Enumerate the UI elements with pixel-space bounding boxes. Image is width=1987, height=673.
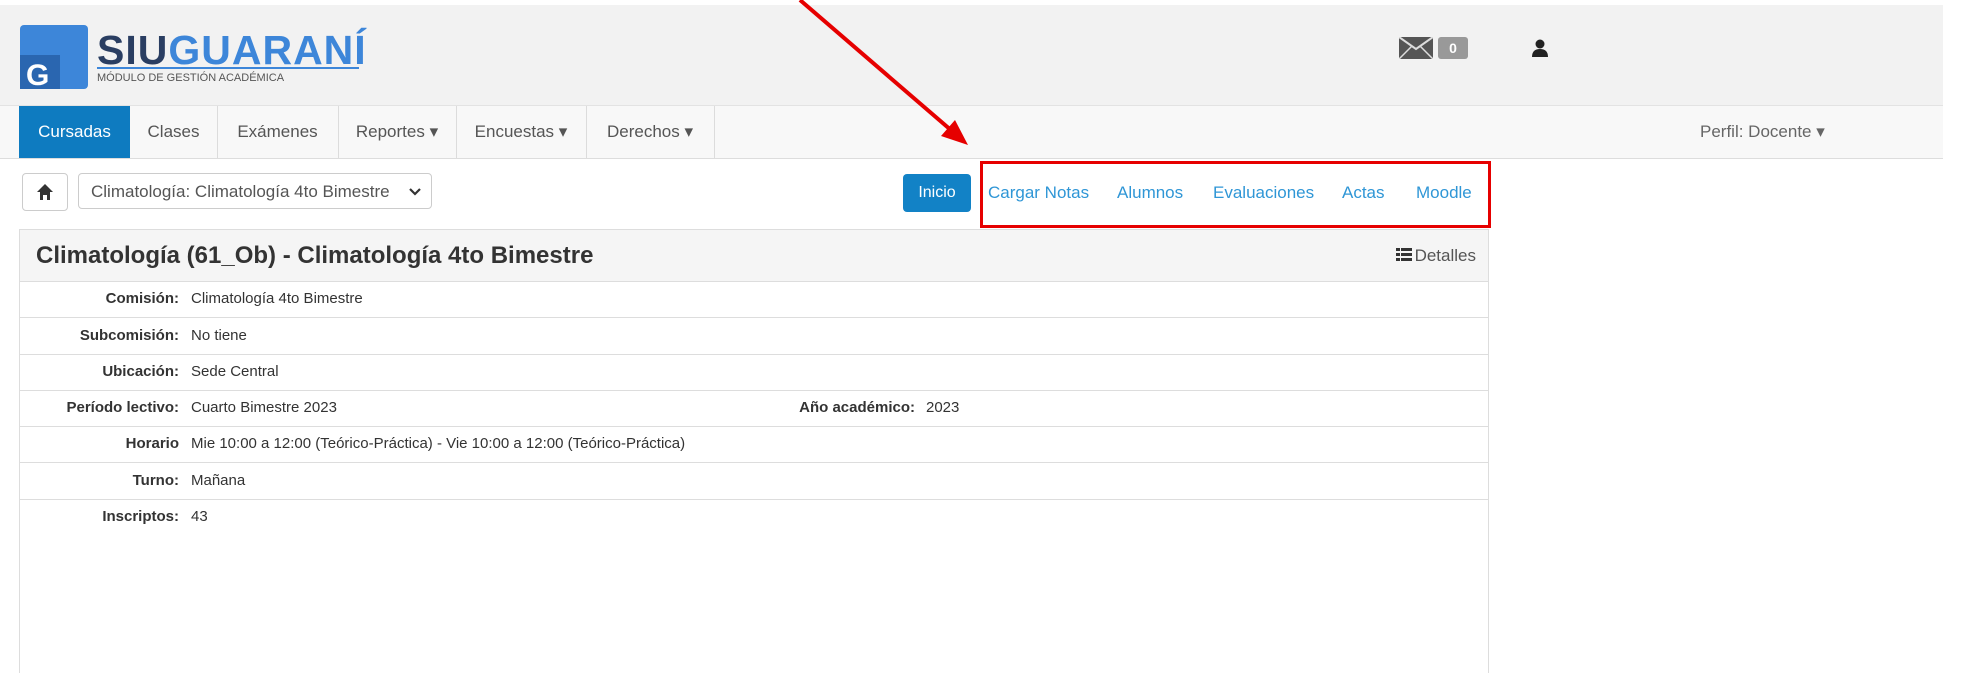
row-label: Ubicación:: [102, 363, 179, 380]
nav-dropdown-encuestas[interactable]: Encuestas ▾: [456, 106, 587, 158]
nav-dropdown-reportes[interactable]: Reportes ▾: [338, 106, 457, 158]
info-row-subcomision: Subcomisión: No tiene: [20, 318, 1488, 355]
info-row-inscriptos: Inscriptos: 43: [20, 499, 1488, 535]
course-select-value: Climatología: Climatología 4to Bimestre: [91, 182, 390, 201]
row-label: Período lectivo:: [66, 399, 179, 416]
info-row-horario: Horario Mie 10:00 a 12:00 (Teórico-Práct…: [20, 426, 1488, 463]
info-row-comision: Comisión: Climatología 4to Bimestre: [20, 281, 1488, 318]
siu-guarani-logo[interactable]: G SIUGUARANÍ MÓDULO DE GESTIÓN ACADÉMICA: [20, 25, 366, 95]
row-value: Cuarto Bimestre 2023: [191, 399, 337, 416]
row-value-anio: 2023: [926, 399, 960, 416]
info-row-ubicacion: Ubicación: Sede Central: [20, 354, 1488, 391]
row-label: Inscriptos:: [102, 508, 179, 525]
row-value: Sede Central: [191, 363, 279, 380]
list-icon: [1395, 248, 1412, 261]
row-value: Climatología 4to Bimestre: [191, 290, 363, 307]
nav-tab-clases[interactable]: Clases: [130, 106, 218, 158]
row-label: Horario: [125, 435, 179, 452]
mail-count-badge[interactable]: 0: [1438, 37, 1468, 59]
nav-dropdown-derechos[interactable]: Derechos ▾: [586, 106, 715, 158]
top-header: G SIUGUARANÍ MÓDULO DE GESTIÓN ACADÉMICA…: [0, 5, 1943, 105]
row-value: 43: [191, 508, 208, 525]
details-label: Detalles: [1414, 246, 1476, 265]
panel-header: Climatología (61_Ob) - Climatología 4to …: [20, 230, 1488, 282]
logo-subtitle: MÓDULO DE GESTIÓN ACADÉMICA: [97, 72, 285, 84]
nav-tab-cursadas[interactable]: Cursadas: [19, 106, 130, 158]
info-row-turno: Turno: Mañana: [20, 463, 1488, 500]
course-detail-panel: Climatología (61_Ob) - Climatología 4to …: [19, 229, 1489, 673]
inicio-button[interactable]: Inicio: [903, 174, 971, 212]
row-label-anio: Año académico:: [799, 399, 915, 416]
panel-title: Climatología (61_Ob) - Climatología 4to …: [36, 242, 594, 269]
main-nav: Cursadas Clases Exámenes Reportes ▾ Encu…: [0, 105, 1943, 159]
info-row-periodo: Período lectivo: Cuarto Bimestre 2023 Añ…: [20, 390, 1488, 427]
annotation-highlight-box: [980, 161, 1491, 228]
chevron-down-icon: [409, 188, 421, 196]
course-select[interactable]: Climatología: Climatología 4to Bimestre: [78, 173, 432, 209]
row-value: No tiene: [191, 327, 247, 344]
nav-tab-examenes[interactable]: Exámenes: [217, 106, 339, 158]
home-button[interactable]: [22, 173, 68, 211]
row-value: Mañana: [191, 472, 246, 489]
row-label: Comisión:: [105, 290, 179, 307]
mail-icon[interactable]: [1399, 37, 1433, 59]
home-icon: [37, 184, 53, 200]
row-label: Turno:: [132, 472, 179, 489]
logo-mark-icon: G: [20, 25, 88, 89]
profile-dropdown[interactable]: Perfil: Docente ▾: [1700, 106, 1825, 158]
details-button[interactable]: Detalles: [1395, 230, 1476, 281]
row-value: Mie 10:00 a 12:00 (Teórico-Práctica) - V…: [191, 435, 686, 452]
logo-underline: [97, 67, 359, 69]
svg-text:G: G: [26, 59, 49, 89]
row-label: Subcomisión:: [79, 327, 179, 344]
user-icon[interactable]: [1531, 39, 1549, 57]
